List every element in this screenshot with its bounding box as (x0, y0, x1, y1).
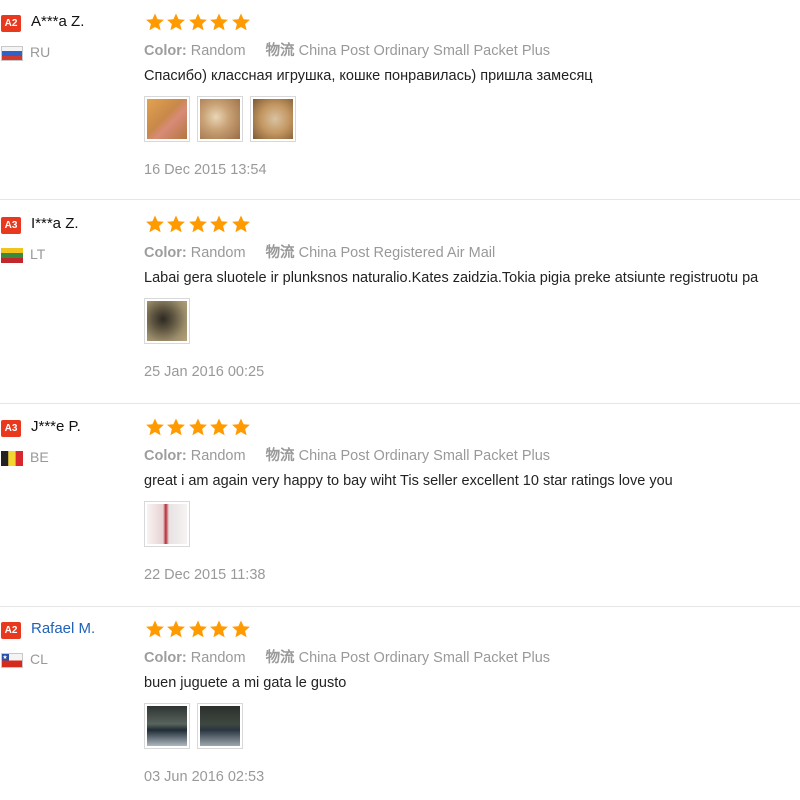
review-item: A3 J***e P. BE Color: Random 物流 China Po… (0, 405, 800, 607)
star-icon (187, 619, 208, 639)
star-icon (208, 12, 229, 32)
photo-image (147, 706, 187, 746)
flag-be-icon (1, 451, 23, 466)
flag-ru-icon (1, 46, 23, 61)
reviewer-name: A***a Z. (31, 13, 85, 30)
review-date: 16 Dec 2015 13:54 (144, 162, 267, 178)
photo-image (200, 706, 240, 746)
star-icon (165, 417, 186, 437)
color-label: Color: (144, 448, 187, 464)
review-comment: Labai gera sluotele ir plunksnos natural… (144, 270, 759, 286)
reviewer-name: I***a Z. (31, 215, 79, 232)
review-comment: Спасибо) классная игрушка, кошке понрави… (144, 68, 593, 84)
buyer-level-badge: A2 (1, 15, 21, 32)
star-icon (230, 12, 251, 32)
review-photos (144, 703, 243, 749)
color-value: Random (190, 43, 246, 59)
photo-image (147, 504, 187, 544)
star-icon (187, 417, 208, 437)
star-rating (144, 12, 251, 32)
photo-thumbnail-3[interactable] (250, 96, 296, 142)
star-icon (187, 12, 208, 32)
star-icon (230, 417, 251, 437)
star-icon (187, 214, 208, 234)
star-icon (165, 214, 186, 234)
photo-thumbnail-2[interactable] (197, 96, 243, 142)
photo-image (147, 99, 187, 139)
review-date: 22 Dec 2015 11:38 (144, 567, 266, 583)
order-info: Color: Random 物流 China Post Ordinary Sma… (144, 646, 550, 667)
shipping-value: China Post Registered Air Mail (298, 245, 496, 261)
star-icon (144, 619, 165, 639)
star-rating (144, 619, 251, 639)
review-comment: buen juguete a mi gata le gusto (144, 675, 347, 691)
star-rating (144, 417, 251, 437)
country-code: LT (30, 246, 46, 262)
buyer-level-badge: A3 (1, 217, 21, 234)
buyer-level-badge: A3 (1, 420, 21, 437)
color-value: Random (190, 245, 246, 261)
review-photos (144, 501, 190, 547)
star-icon (165, 12, 186, 32)
star-icon (208, 619, 229, 639)
shipping-label: 物流 (265, 43, 295, 59)
photo-thumbnail-2[interactable] (197, 703, 243, 749)
star-icon (144, 214, 165, 234)
country-code: BE (30, 449, 49, 465)
reviewer-name: J***e P. (31, 418, 81, 435)
country-code: RU (30, 44, 51, 60)
color-label: Color: (144, 43, 187, 59)
photo-thumbnail-1[interactable] (144, 298, 190, 344)
photo-image (147, 301, 187, 341)
shipping-value: China Post Ordinary Small Packet Plus (298, 43, 551, 59)
star-icon (144, 12, 165, 32)
star-rating (144, 214, 251, 234)
review-date: 25 Jan 2016 00:25 (144, 364, 265, 380)
photo-thumbnail-1[interactable] (144, 501, 190, 547)
country-code: CL (30, 651, 48, 667)
reviews-list: A2 A***a Z. RU Color: Random 物流 China Po… (0, 0, 800, 800)
review-comment: great i am again very happy to bay wiht … (144, 473, 673, 489)
star-icon (144, 417, 165, 437)
star-icon (165, 619, 186, 639)
star-icon (208, 214, 229, 234)
color-value: Random (190, 650, 246, 666)
reviewer-name-link[interactable]: Rafael M. (31, 620, 95, 637)
star-icon (230, 214, 251, 234)
star-icon (230, 619, 251, 639)
shipping-value: China Post Ordinary Small Packet Plus (298, 650, 551, 666)
star-icon (208, 417, 229, 437)
color-label: Color: (144, 650, 187, 666)
review-item: A3 I***a Z. LT Color: Random 物流 China Po… (0, 202, 800, 404)
review-photos (144, 96, 296, 142)
review-item: A2 Rafael M. CL Color: Random 物流 China P… (0, 607, 800, 800)
review-photos (144, 298, 190, 344)
shipping-label: 物流 (265, 245, 295, 261)
shipping-label: 物流 (265, 448, 295, 464)
shipping-label: 物流 (265, 650, 295, 666)
review-date: 03 Jun 2016 02:53 (144, 769, 265, 785)
photo-image (200, 99, 240, 139)
buyer-level-badge: A2 (1, 622, 21, 639)
order-info: Color: Random 物流 China Post Registered A… (144, 241, 495, 262)
photo-thumbnail-1[interactable] (144, 96, 190, 142)
review-item: A2 A***a Z. RU Color: Random 物流 China Po… (0, 0, 800, 200)
flag-lt-icon (1, 248, 23, 263)
color-label: Color: (144, 245, 187, 261)
order-info: Color: Random 物流 China Post Ordinary Sma… (144, 444, 550, 465)
photo-image (253, 99, 293, 139)
flag-cl-icon (1, 653, 23, 668)
shipping-value: China Post Ordinary Small Packet Plus (298, 448, 551, 464)
color-value: Random (190, 448, 246, 464)
order-info: Color: Random 物流 China Post Ordinary Sma… (144, 39, 550, 60)
photo-thumbnail-1[interactable] (144, 703, 190, 749)
